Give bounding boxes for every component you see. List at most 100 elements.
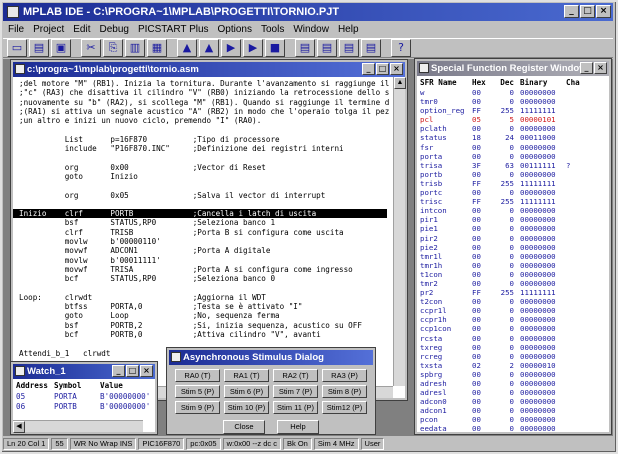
stimulus-button[interactable]: Stim 11 (P) xyxy=(273,401,318,414)
sfr-row[interactable]: ccp1con 00 0 00000000 xyxy=(417,324,609,333)
watch-titlebar[interactable]: Watch_1 _ □ × xyxy=(13,364,155,379)
code-line-current[interactable]: Inizio clrf PORTB ;Cancella i latch di u… xyxy=(13,209,387,219)
sfr-row[interactable]: adcon1 00 0 00000000 xyxy=(417,406,609,415)
paste-icon[interactable]: ▥ xyxy=(125,39,145,57)
watch-close-button[interactable]: × xyxy=(140,365,153,377)
close-button[interactable]: × xyxy=(596,5,611,18)
sfr-titlebar[interactable]: Special Function Register Window _ × xyxy=(417,61,609,76)
code-line[interactable] xyxy=(19,181,405,190)
dialog-titlebar[interactable]: Asynchronous Stimulus Dialog xyxy=(169,350,373,365)
code-line[interactable]: bsf STATUS,RP0 ;Seleziona banco 1 xyxy=(19,218,405,227)
code-line[interactable]: movwf TRISA ;Porta A si configura come i… xyxy=(19,265,405,274)
reset-icon[interactable]: ■ xyxy=(265,39,285,57)
sfr-row[interactable]: option_reg FF 255 11111111 xyxy=(417,106,609,115)
watch-row[interactable]: 05 PORTA B'00000000' xyxy=(13,392,155,401)
sfr-row[interactable]: ccpr1l 00 0 00000000 xyxy=(417,306,609,315)
stimulus-button[interactable]: Stim 5 (P) xyxy=(175,385,220,398)
stimulus-button[interactable]: RA1 (T) xyxy=(224,369,269,382)
code-line[interactable]: ;del motore "M" (RB1). Inizia la tornitu… xyxy=(19,79,405,88)
code-line[interactable]: List p=16F870 ;Tipo di processore xyxy=(19,135,405,144)
code-line[interactable]: ;un altro e inizi un nuovo ciclo, premen… xyxy=(19,116,405,125)
maximize-button[interactable]: □ xyxy=(580,5,595,18)
code-editor[interactable]: ;del motore "M" (RB1). Inizia la tornitu… xyxy=(13,77,405,380)
code-line[interactable]: bcf STATUS,RP0 ;Seleziona banco 0 xyxy=(19,274,405,283)
sfr-row[interactable]: portb 00 0 00000000 xyxy=(417,170,609,179)
window-2-icon[interactable]: ▤ xyxy=(317,39,337,57)
code-line[interactable]: movwf ADCON1 ;Porta A digitale xyxy=(19,246,405,255)
editor-minimize-button[interactable]: _ xyxy=(362,63,375,75)
sfr-row[interactable]: tmr0 00 0 00000000 xyxy=(417,97,609,106)
build-icon[interactable]: ▲ xyxy=(177,39,197,57)
cut-icon[interactable]: ✂ xyxy=(81,39,101,57)
menu-file[interactable]: File xyxy=(8,22,24,37)
sfr-minimize-button[interactable]: _ xyxy=(580,62,593,74)
menu-options[interactable]: Options xyxy=(218,22,252,37)
code-line[interactable] xyxy=(19,153,405,162)
sfr-row[interactable]: tmr1l 00 0 00000000 xyxy=(417,252,609,261)
watch-row[interactable]: 06 PORTB B'00000000' xyxy=(13,402,155,411)
sfr-row[interactable]: portc 00 0 00000000 xyxy=(417,188,609,197)
stimulus-button[interactable]: Stim 10 (P) xyxy=(224,401,269,414)
help-icon[interactable]: ? xyxy=(391,39,411,57)
stimulus-button[interactable]: Stim 7 (P) xyxy=(273,385,318,398)
sfr-row[interactable]: pcon 00 0 00000000 xyxy=(417,415,609,424)
code-line[interactable]: movlw b'00000110' xyxy=(19,237,405,246)
stimulus-button[interactable]: Stim12 (P) xyxy=(322,401,367,414)
menu-project[interactable]: Project xyxy=(33,22,64,37)
code-line[interactable] xyxy=(19,200,405,209)
sfr-row[interactable]: ccpr1h 00 0 00000000 xyxy=(417,315,609,324)
sfr-row[interactable]: txsta 02 2 00000010 xyxy=(417,361,609,370)
sfr-row[interactable]: porta 00 0 00000000 xyxy=(417,152,609,161)
sfr-row[interactable]: pcl 05 5 00000101 xyxy=(417,115,609,124)
sfr-row[interactable]: pr2 FF 255 11111111 xyxy=(417,288,609,297)
scroll-left-icon[interactable]: ◀ xyxy=(13,421,25,433)
stimulus-button[interactable]: Stim 6 (P) xyxy=(224,385,269,398)
sfr-row[interactable]: t1con 00 0 00000000 xyxy=(417,270,609,279)
menu-debug[interactable]: Debug xyxy=(99,22,128,37)
code-line[interactable]: goto Inizio xyxy=(19,172,405,181)
step-icon[interactable]: ▶ xyxy=(243,39,263,57)
stimulus-button[interactable]: Stim 8 (P) xyxy=(322,385,367,398)
save-icon[interactable]: ▣ xyxy=(51,39,71,57)
sfr-row[interactable]: spbrg 00 0 00000000 xyxy=(417,370,609,379)
menu-tools[interactable]: Tools xyxy=(261,22,284,37)
sfr-row[interactable]: adresl 00 0 00000000 xyxy=(417,388,609,397)
sfr-row[interactable]: pir1 00 0 00000000 xyxy=(417,215,609,224)
open-folder-icon[interactable]: ▤ xyxy=(29,39,49,57)
window-4-icon[interactable]: ▤ xyxy=(361,39,381,57)
code-line[interactable]: bsf PORTB,2 ;Si, inizia sequenza, acusti… xyxy=(19,321,405,330)
menu-window[interactable]: Window xyxy=(293,22,329,37)
code-line[interactable]: include "P16F870.INC" ;Definizione dei r… xyxy=(19,144,405,153)
editor-vertical-scrollbar[interactable]: ▲ xyxy=(393,77,406,386)
sfr-row[interactable]: txreg 00 0 00000000 xyxy=(417,343,609,352)
sfr-close-button[interactable]: × xyxy=(594,62,607,74)
code-line[interactable]: ;(RA1) si attiva un segnale acustico "A"… xyxy=(19,107,405,116)
menu-edit[interactable]: Edit xyxy=(73,22,90,37)
editor-maximize-button[interactable]: □ xyxy=(376,63,389,75)
run-icon[interactable]: ▶ xyxy=(221,39,241,57)
sfr-row[interactable]: trisa 3F 63 00111111? xyxy=(417,161,609,170)
code-line[interactable] xyxy=(19,284,405,293)
code-line[interactable]: bcf PORTB,0 ;Attiva cilindro "V", avanti xyxy=(19,330,405,339)
code-line[interactable] xyxy=(19,125,405,134)
editor-titlebar[interactable]: c:\progra~1\mplab\progetti\tornio.asm _ … xyxy=(13,62,405,77)
stimulus-button[interactable]: Stim 9 (P) xyxy=(175,401,220,414)
print-icon[interactable]: ▦ xyxy=(147,39,167,57)
sfr-row[interactable]: w 00 0 00000000 xyxy=(417,88,609,97)
code-line[interactable]: btfss PORTA,0 ;Testa se è attivato "I" xyxy=(19,302,405,311)
close-dialog-button[interactable]: Close xyxy=(223,420,265,434)
watch-maximize-button[interactable]: □ xyxy=(126,365,139,377)
copy-icon[interactable]: ⎘ xyxy=(103,39,123,57)
menu-help[interactable]: Help xyxy=(338,22,359,37)
code-line[interactable]: org 0x00 ;Vector di Reset xyxy=(19,163,405,172)
sfr-row[interactable]: pie2 00 0 00000000 xyxy=(417,243,609,252)
scroll-up-icon[interactable]: ▲ xyxy=(394,77,406,89)
sfr-row[interactable]: rcreg 00 0 00000000 xyxy=(417,352,609,361)
sfr-row[interactable]: t2con 00 0 00000000 xyxy=(417,297,609,306)
code-line[interactable]: movlw b'00011111' xyxy=(19,256,405,265)
menu-picstart-plus[interactable]: PICSTART Plus xyxy=(138,22,209,37)
watch-minimize-button[interactable]: _ xyxy=(112,365,125,377)
sfr-row[interactable]: adcon0 00 0 00000000 xyxy=(417,397,609,406)
code-line[interactable]: org 0x05 ;Salva il vector di interrupt xyxy=(19,191,405,200)
sfr-row[interactable]: tmr2 00 0 00000000 xyxy=(417,279,609,288)
